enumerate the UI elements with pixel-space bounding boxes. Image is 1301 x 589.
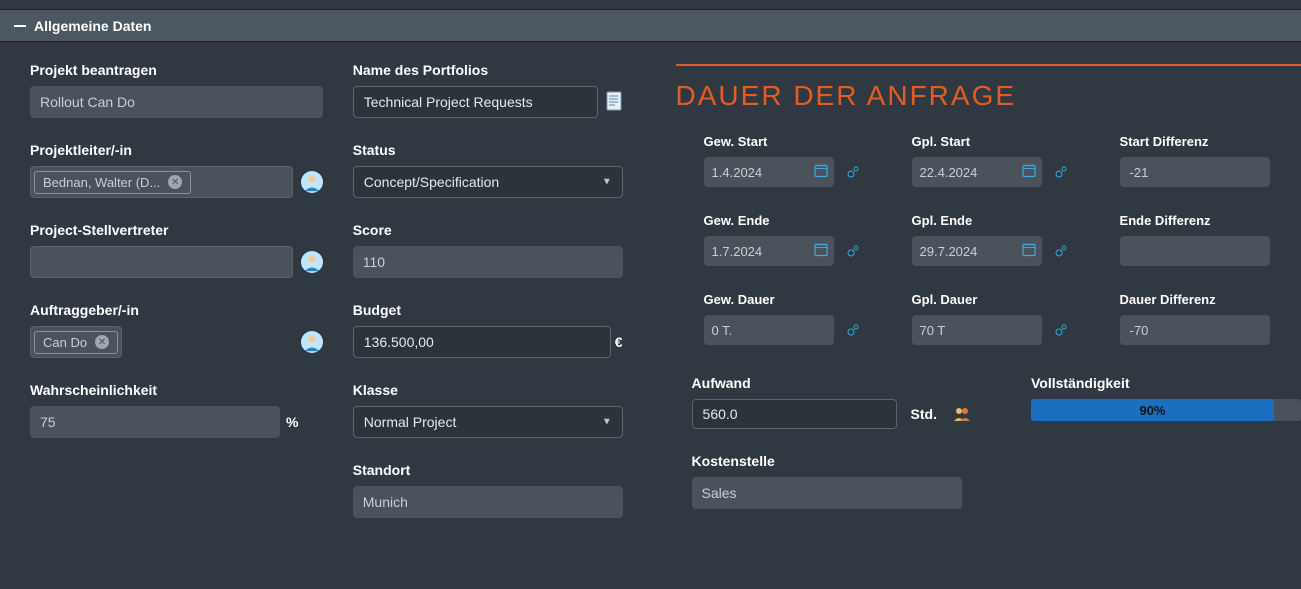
euro-suffix: € — [615, 334, 623, 350]
avatar-icon[interactable] — [301, 251, 323, 273]
standort-input[interactable]: Munich — [353, 486, 623, 518]
dauer-diff-value: -70 — [1120, 315, 1270, 345]
gear-icon[interactable] — [846, 244, 860, 258]
gpl-start-label: Gpl. Start — [912, 134, 1092, 149]
gew-ende-input[interactable]: 1.7.2024 — [704, 236, 834, 266]
dauer-diff-label: Dauer Differenz — [1120, 292, 1300, 307]
gpl-dauer-label: Gpl. Dauer — [912, 292, 1092, 307]
document-icon[interactable] — [606, 91, 624, 114]
section-title: Allgemeine Daten — [34, 18, 151, 34]
gear-icon[interactable] — [1054, 165, 1068, 179]
start-diff-label: Start Differenz — [1120, 134, 1300, 149]
projektleiter-tag: Bednan, Walter (D... ✕ — [34, 171, 191, 194]
gew-ende-label: Gew. Ende — [704, 213, 884, 228]
gpl-ende-label: Gpl. Ende — [912, 213, 1092, 228]
percent-suffix: % — [286, 414, 298, 430]
people-icon[interactable] — [953, 407, 971, 421]
projekt-beantragen-input[interactable]: Rollout Can Do — [30, 86, 323, 118]
calendar-icon[interactable] — [814, 164, 828, 181]
gpl-ende-input[interactable]: 29.7.2024 — [912, 236, 1042, 266]
aufwand-input[interactable]: 560.0 — [692, 399, 897, 429]
score-label: Score — [353, 222, 646, 238]
gear-icon[interactable] — [1054, 244, 1068, 258]
gew-start-label: Gew. Start — [704, 134, 884, 149]
gear-icon[interactable] — [1054, 323, 1068, 337]
projektleiter-tag-remove[interactable]: ✕ — [168, 175, 182, 189]
klasse-select[interactable]: Normal Project ▼ — [353, 406, 623, 438]
section-header[interactable]: Allgemeine Daten — [0, 10, 1301, 42]
klasse-label: Klasse — [353, 382, 646, 398]
start-diff-value: -21 — [1120, 157, 1270, 187]
portfolio-input[interactable]: Technical Project Requests — [353, 86, 598, 118]
auftraggeber-input[interactable]: Can Do ✕ — [30, 326, 122, 358]
status-label: Status — [353, 142, 646, 158]
projektleiter-label: Projektleiter/-in — [30, 142, 323, 158]
calendar-icon[interactable] — [814, 243, 828, 260]
kostenstelle-input[interactable]: Sales — [692, 477, 962, 509]
calendar-icon[interactable] — [1022, 164, 1036, 181]
avatar-icon[interactable] — [301, 171, 323, 193]
gear-icon[interactable] — [846, 165, 860, 179]
budget-input[interactable]: 136.500,00 — [353, 326, 611, 358]
budget-label: Budget — [353, 302, 646, 318]
projekt-beantragen-label: Projekt beantragen — [30, 62, 323, 78]
vollstaendigkeit-progress: 90% — [1031, 399, 1301, 421]
aufwand-label: Aufwand — [692, 375, 971, 391]
gpl-start-input[interactable]: 22.4.2024 — [912, 157, 1042, 187]
gpl-dauer-input[interactable]: 70 T — [912, 315, 1042, 345]
gew-dauer-label: Gew. Dauer — [704, 292, 884, 307]
gew-start-input[interactable]: 1.4.2024 — [704, 157, 834, 187]
gear-icon[interactable] — [846, 323, 860, 337]
chevron-down-icon: ▼ — [602, 177, 612, 188]
score-input[interactable]: 110 — [353, 246, 623, 278]
ende-diff-value — [1120, 236, 1270, 266]
auftraggeber-label: Auftraggeber/-in — [30, 302, 323, 318]
wahrscheinlichkeit-input[interactable]: 75 — [30, 406, 280, 438]
std-suffix: Std. — [911, 406, 937, 422]
status-select[interactable]: Concept/Specification ▼ — [353, 166, 623, 198]
wahrscheinlichkeit-label: Wahrscheinlichkeit — [30, 382, 323, 398]
dauer-anfrage-title: DAUER DER ANFRAGE — [676, 80, 1301, 112]
avatar-icon[interactable] — [301, 331, 323, 353]
auftraggeber-tag: Can Do ✕ — [34, 331, 118, 354]
progress-fill: 90% — [1031, 399, 1274, 421]
chevron-down-icon: ▼ — [602, 417, 612, 428]
portfolio-label: Name des Portfolios — [353, 62, 646, 78]
stellvertreter-label: Project-Stellvertreter — [30, 222, 323, 238]
standort-label: Standort — [353, 462, 646, 478]
auftraggeber-tag-remove[interactable]: ✕ — [95, 335, 109, 349]
gew-dauer-input[interactable]: 0 T. — [704, 315, 834, 345]
vollstaendigkeit-label: Vollständigkeit — [1031, 375, 1301, 391]
kostenstelle-label: Kostenstelle — [692, 453, 971, 469]
collapse-icon — [14, 25, 26, 27]
stellvertreter-input[interactable] — [30, 246, 293, 278]
projektleiter-input[interactable]: Bednan, Walter (D... ✕ — [30, 166, 293, 198]
ende-diff-label: Ende Differenz — [1120, 213, 1300, 228]
calendar-icon[interactable] — [1022, 243, 1036, 260]
